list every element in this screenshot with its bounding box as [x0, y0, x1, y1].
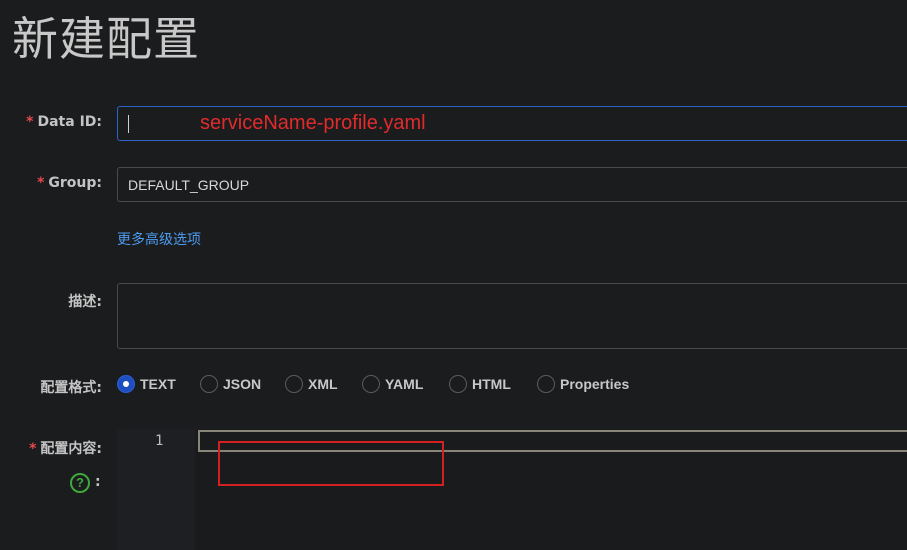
data-id-label-text: Data ID: [37, 114, 102, 130]
radio-yaml[interactable]: YAML [362, 375, 423, 393]
page-title: 新建配置 [12, 12, 200, 66]
editor-gutter: 1 [117, 429, 195, 550]
content-label: * 配置内容: [29, 438, 102, 458]
radio-circle-icon [537, 375, 555, 393]
radio-properties[interactable]: Properties [537, 375, 629, 393]
radio-circle-icon [285, 375, 303, 393]
radio-html[interactable]: HTML [449, 375, 511, 393]
data-id-label: * Data ID: [26, 114, 102, 130]
group-value: DEFAULT_GROUP [128, 177, 250, 193]
description-label: 描述: [68, 294, 102, 310]
annotation-rectangle [218, 441, 444, 486]
data-id-annotation: serviceName-profile.yaml [200, 112, 426, 134]
required-marker: * [37, 175, 45, 191]
radio-circle-icon [362, 375, 380, 393]
radio-text[interactable]: TEXT [117, 375, 176, 393]
help-colon: : [95, 474, 101, 490]
radio-circle-icon [449, 375, 467, 393]
radio-circle-icon [200, 375, 218, 393]
format-label: 配置格式: [40, 380, 102, 396]
text-caret [128, 115, 129, 133]
group-label: * Group: [37, 175, 102, 191]
required-marker: * [26, 114, 34, 130]
data-id-input[interactable]: serviceName-profile.yaml [117, 106, 907, 141]
group-label-text: Group: [48, 175, 102, 191]
help-icon[interactable]: ? [70, 473, 90, 493]
radio-label: TEXT [140, 376, 176, 392]
description-textarea[interactable] [117, 283, 907, 349]
radio-label: HTML [472, 376, 511, 392]
radio-label: XML [308, 376, 338, 392]
radio-label: Properties [560, 376, 630, 392]
radio-label: YAML [385, 376, 424, 392]
content-label-text: 配置内容: [40, 441, 102, 457]
group-input[interactable]: DEFAULT_GROUP [117, 167, 907, 202]
radio-xml[interactable]: XML [285, 375, 338, 393]
radio-label: JSON [223, 376, 262, 392]
radio-circle-icon [117, 375, 135, 393]
required-marker: * [29, 441, 37, 457]
advanced-options-link[interactable]: 更多高级选项 [117, 229, 201, 249]
line-number: 1 [155, 433, 164, 449]
radio-json[interactable]: JSON [200, 375, 261, 393]
